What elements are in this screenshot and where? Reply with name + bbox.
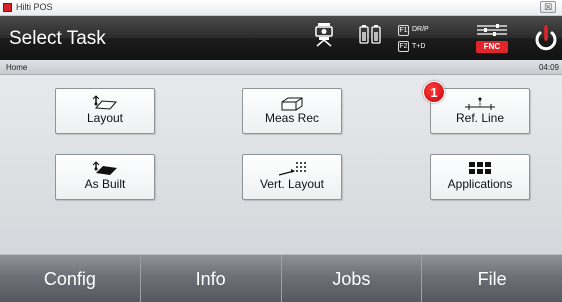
settings-slider-icon[interactable] [475,23,509,42]
bottom-nav: Config Info Jobs File [0,254,562,302]
meas-rec-button[interactable]: Meas Rec [242,88,342,134]
app-header: Select Task F1 DR/P F2 T+D FNC [0,16,562,60]
task-grid: Layout Meas Rec Ref. Line As Built Vert.… [0,75,562,254]
breadcrumb: Home 04:09 [0,60,562,75]
as-built-label: As Built [84,177,126,191]
fnc-button[interactable]: FNC [476,41,508,53]
layout-button[interactable]: Layout [55,88,155,134]
power-icon[interactable] [533,25,559,58]
window-close-button[interactable]: ☒ [540,1,556,13]
reference-line-icon [465,97,495,110]
measure-record-icon [281,97,303,111]
clock-time: 04:09 [538,63,559,72]
breadcrumb-home[interactable]: Home [6,63,27,72]
as-built-icon [92,161,117,175]
ref-line-button[interactable]: Ref. Line [430,88,530,134]
nav-config[interactable]: Config [0,255,141,302]
f2-key[interactable]: F2 [398,41,409,52]
window-title-bar: Hilti POS ☒ [0,0,562,16]
callout-badge: 1 [423,81,445,103]
applications-button[interactable]: Applications [430,154,530,200]
f1-label: DR/P [412,26,429,33]
vert-layout-label: Vert. Layout [259,177,325,191]
as-built-button[interactable]: As Built [55,154,155,200]
nav-file[interactable]: File [422,255,562,302]
f1-key[interactable]: F1 [398,25,409,36]
layout-label: Layout [86,111,124,125]
applications-label: Applications [447,177,513,191]
ref-line-label: Ref. Line [455,111,505,125]
window-title: Hilti POS [16,2,53,12]
meas-rec-label: Meas Rec [264,111,320,125]
layout-icon [92,95,118,110]
nav-info[interactable]: Info [141,255,282,302]
vertical-layout-icon [278,162,306,176]
f2-label: T+D [412,43,426,50]
robotic-instrument-icon[interactable] [314,22,334,53]
battery-icon [359,24,381,51]
applications-grid-icon [469,162,491,174]
page-title: Select Task [9,28,106,49]
vert-layout-button[interactable]: Vert. Layout [242,154,342,200]
nav-jobs[interactable]: Jobs [282,255,423,302]
app-icon [3,3,12,12]
